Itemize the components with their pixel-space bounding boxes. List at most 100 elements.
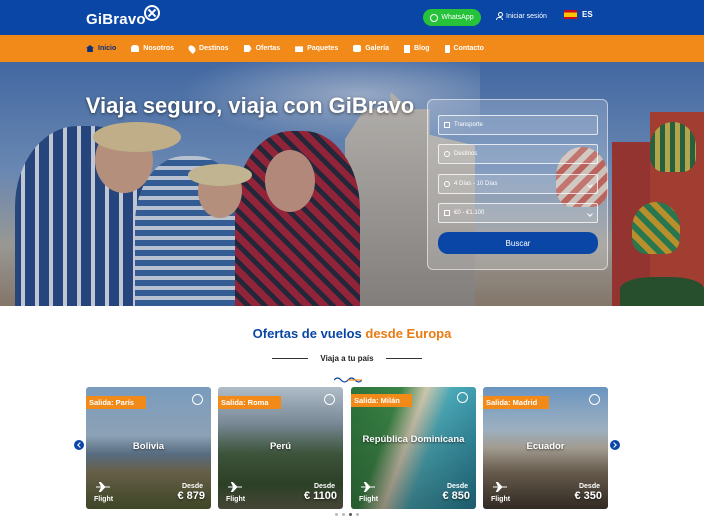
duration-value: 4 Días - 10 Días [454, 181, 498, 187]
nav-label: Destinos [199, 45, 229, 52]
carousel-pagination [335, 513, 359, 516]
budget-value: €0 - €1.100 [454, 210, 485, 216]
nav-label: Inicio [98, 45, 117, 52]
offer-price: € 1100 [303, 490, 337, 502]
offer-card-republica-dominicana[interactable]: Salida: Milán República Dominicana Fligh… [351, 387, 476, 509]
whatsapp-label: WhatsApp [441, 14, 474, 21]
destination-name: República Dominicana [362, 434, 465, 445]
offers-title-highlight: desde Europa [365, 326, 452, 341]
price-from-label: Desde [578, 483, 600, 490]
offer-type: Flight [359, 496, 379, 503]
language-code: ES [582, 10, 593, 19]
carousel-prev-button[interactable] [74, 440, 84, 450]
nav-label: Contacto [453, 45, 484, 52]
offer-card-bolivia[interactable]: Salida: París Bolivia Flight Desde € 879 [86, 387, 211, 509]
carousel-dot[interactable] [335, 513, 338, 516]
carousel-next-button[interactable] [610, 440, 620, 450]
departure-badge: Salida: Madrid [483, 396, 550, 409]
offer-price: € 350 [574, 490, 602, 502]
whatsapp-icon[interactable] [192, 394, 203, 405]
offer-card-peru[interactable]: Salida: Roma Perú Flight Desde € 1100 [218, 387, 343, 509]
nav-item-paquetes[interactable]: Paquetes [295, 45, 338, 52]
group-icon [131, 45, 140, 52]
destination-value: Destinos [454, 151, 478, 157]
transport-select[interactable]: Transporte [438, 115, 598, 135]
chevron-down-icon [587, 182, 593, 188]
search-button[interactable]: Buscar [438, 232, 598, 254]
document-icon [403, 44, 410, 53]
transport-value: Transporte [454, 122, 483, 128]
nav-item-destinos[interactable]: Destinos [187, 43, 229, 54]
logo-mark-icon [143, 5, 160, 21]
chevron-down-icon [587, 211, 593, 217]
offers-title-part: vuelos [320, 326, 366, 341]
gift-icon [295, 46, 304, 52]
bus-icon [444, 122, 450, 128]
departure-badge: Salida: Milán [351, 394, 412, 407]
trip-search-panel: Transporte Destinos 4 Días - 10 Días €0 … [427, 99, 608, 270]
brand-name: GiBravo [86, 10, 146, 28]
destination-name: Ecuador [526, 441, 565, 452]
map-pin-icon [444, 151, 450, 157]
divider-line [272, 358, 308, 359]
top-bar: GiBravo WhatsApp Iniciar sesión ES [0, 0, 704, 35]
departure-badge: Salida: París [86, 396, 147, 409]
destination-select[interactable]: Destinos [438, 144, 598, 164]
whatsapp-icon [430, 13, 439, 22]
offers-title-part: Ofertas de [252, 326, 321, 341]
nav-label: Blog [413, 45, 430, 52]
language-selector[interactable]: ES [564, 10, 593, 19]
offer-type: Flight [226, 496, 246, 503]
user-icon [496, 12, 503, 20]
wallet-icon [444, 210, 450, 216]
nav-item-inicio[interactable]: Inicio [86, 45, 116, 52]
carousel-dot[interactable] [356, 513, 359, 516]
nav-item-galeria[interactable]: Galería [353, 45, 389, 52]
tag-icon [243, 45, 252, 52]
nav-menu: Inicio Nosotros Destinos Ofertas Paquete… [86, 35, 499, 62]
duration-select[interactable]: 4 Días - 10 Días [438, 174, 598, 194]
offer-price: € 850 [442, 490, 470, 502]
nav-label: Ofertas [255, 45, 281, 52]
clock-icon [444, 181, 450, 187]
spain-flag-icon [564, 10, 577, 19]
price-from-label: Desde [313, 483, 335, 490]
offers-title: Ofertas de vuelos desde Europa [0, 326, 704, 341]
offers-subtitle-text: Viaja a tu país [320, 354, 374, 363]
divider-line [386, 358, 422, 359]
destination-name: Bolivia [132, 441, 165, 452]
nav-label: Nosotros [143, 45, 175, 52]
home-icon [86, 45, 94, 52]
whatsapp-button[interactable]: WhatsApp [423, 9, 481, 26]
brand-logo[interactable]: GiBravo [86, 5, 160, 32]
budget-select[interactable]: €0 - €1.100 [438, 203, 598, 223]
whatsapp-icon[interactable] [324, 394, 335, 405]
departure-badge: Salida: Roma [218, 396, 281, 409]
whatsapp-icon[interactable] [457, 392, 468, 403]
nav-item-blog[interactable]: Blog [403, 44, 430, 53]
phone-icon [444, 44, 450, 53]
carousel-dot-active[interactable] [349, 513, 352, 516]
whatsapp-icon[interactable] [589, 394, 600, 405]
camera-icon [353, 45, 362, 52]
offer-type: Flight [491, 496, 511, 503]
price-from-label: Desde [181, 483, 203, 490]
nav-item-nosotros[interactable]: Nosotros [131, 45, 174, 52]
hero-title: Viaja seguro, viaja con GiBravo [85, 93, 415, 118]
nav-label: Paquetes [307, 45, 339, 52]
price-from-label: Desde [446, 483, 468, 490]
destination-name: Perú [269, 441, 292, 452]
nav-item-contacto[interactable]: Contacto [444, 44, 484, 53]
main-navbar: Inicio Nosotros Destinos Ofertas Paquete… [0, 35, 704, 62]
login-link[interactable]: Iniciar sesión [496, 12, 547, 20]
nav-item-ofertas[interactable]: Ofertas [243, 45, 281, 52]
carousel-dot[interactable] [342, 513, 345, 516]
offer-type: Flight [94, 496, 114, 503]
offer-card-ecuador[interactable]: Salida: Madrid Ecuador Flight Desde € 35… [483, 387, 608, 509]
offer-price: € 879 [177, 490, 205, 502]
offers-subtitle: Viaja a tu país [272, 354, 422, 363]
map-pin-icon [187, 43, 197, 54]
login-label: Iniciar sesión [506, 12, 547, 20]
wave-decoration-icon [334, 377, 362, 383]
nav-label: Galería [365, 45, 389, 52]
